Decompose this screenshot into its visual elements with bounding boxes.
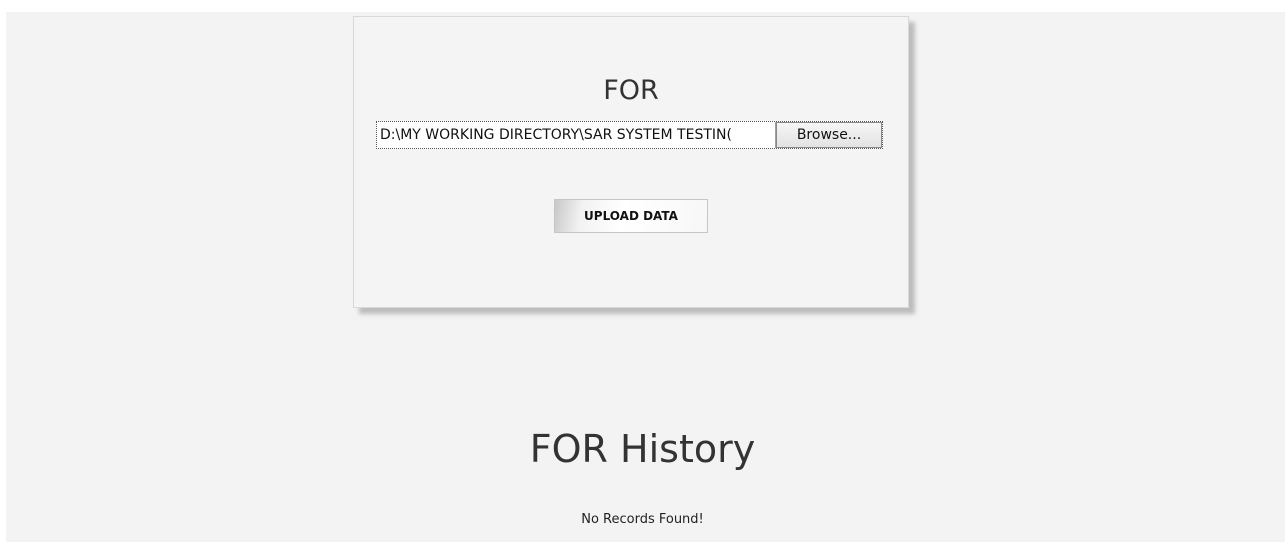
upload-data-button[interactable]: UPLOAD DATA — [554, 199, 708, 233]
upload-panel: FOR D:\MY WORKING DIRECTORY\SAR SYSTEM T… — [353, 16, 909, 308]
browse-button[interactable]: Browse... — [776, 122, 882, 148]
upload-panel-title: FOR — [603, 75, 659, 106]
no-records-message: No Records Found! — [581, 512, 704, 527]
file-path-field[interactable]: D:\MY WORKING DIRECTORY\SAR SYSTEM TESTI… — [377, 122, 776, 148]
file-upload-control[interactable]: D:\MY WORKING DIRECTORY\SAR SYSTEM TESTI… — [376, 121, 883, 149]
history-title: FOR History — [529, 427, 756, 471]
